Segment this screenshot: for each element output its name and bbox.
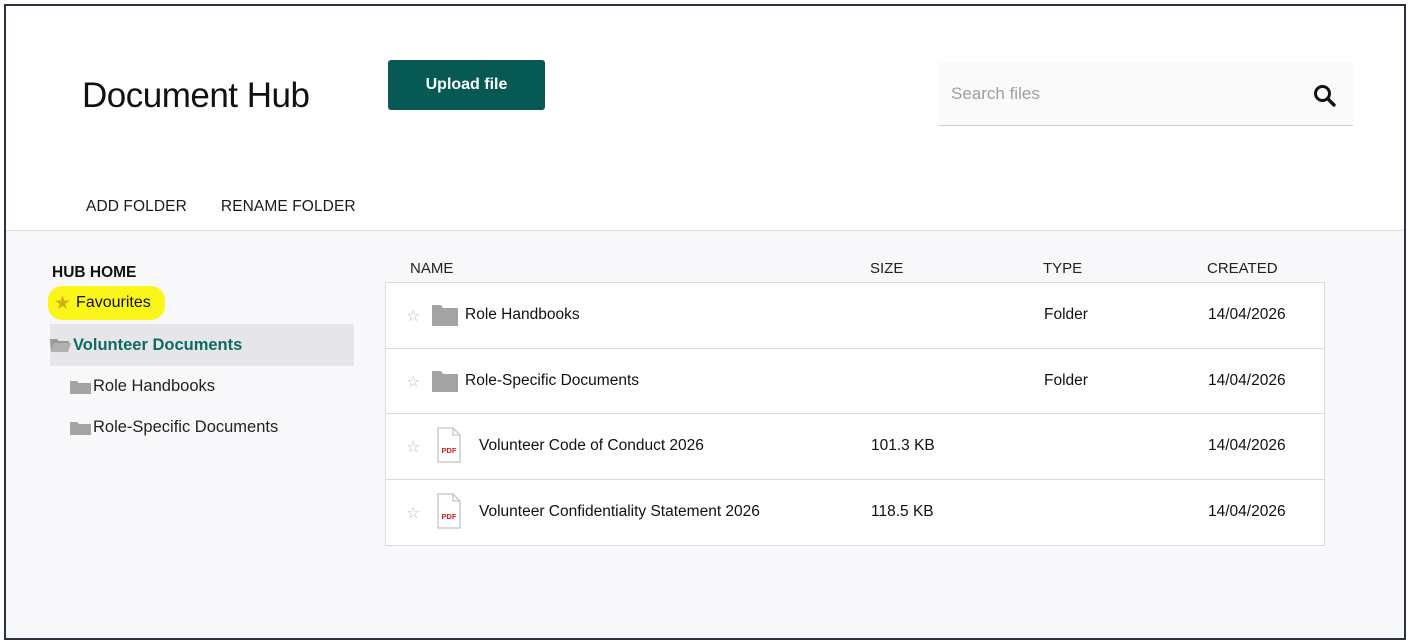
sidebar-item-label: Role Handbooks xyxy=(93,377,215,395)
search-icon[interactable] xyxy=(1313,84,1337,108)
column-header-size[interactable]: SIZE xyxy=(870,260,903,277)
file-size: 101.3 KB xyxy=(871,437,935,454)
search-bar xyxy=(939,62,1353,126)
star-outline-icon[interactable]: ☆ xyxy=(406,437,420,457)
upload-file-button[interactable]: Upload file xyxy=(388,60,545,110)
app-window: Document Hub Upload file ADD FOLDER RENA… xyxy=(4,4,1406,640)
table-row[interactable]: ☆ Role Handbooks Folder 14/04/2026 xyxy=(386,283,1324,349)
file-name: Volunteer Confidentiality Statement 2026 xyxy=(479,502,760,520)
svg-text:PDF: PDF xyxy=(442,512,457,521)
folder-toolbar: ADD FOLDER RENAME FOLDER xyxy=(86,198,356,216)
folder-icon xyxy=(70,380,91,394)
table-row[interactable]: ☆ PDF Volunteer Code of Conduct 2026 101… xyxy=(386,414,1324,480)
file-created: 14/04/2026 xyxy=(1208,437,1286,454)
svg-text:PDF: PDF xyxy=(442,446,457,455)
search-input[interactable] xyxy=(951,80,1281,108)
folder-icon xyxy=(70,421,91,435)
sidebar: HUB HOME ★ Favourites Volunteer Document… xyxy=(48,264,354,448)
column-header-created[interactable]: CREATED xyxy=(1207,260,1278,277)
file-type: Folder xyxy=(1044,371,1088,389)
folder-icon xyxy=(432,305,458,326)
add-folder-button[interactable]: ADD FOLDER xyxy=(86,198,187,216)
pdf-icon: PDF xyxy=(437,427,461,463)
file-name: Role Handbooks xyxy=(465,306,580,323)
folder-icon xyxy=(432,370,458,392)
file-type: Folder xyxy=(1044,306,1088,323)
rename-folder-button[interactable]: RENAME FOLDER xyxy=(221,198,356,216)
page-title: Document Hub xyxy=(82,76,310,115)
column-header-type[interactable]: TYPE xyxy=(1043,260,1082,277)
table-row[interactable]: ☆ PDF Volunteer Confidentiality Statemen… xyxy=(386,480,1324,546)
header: Document Hub Upload file ADD FOLDER RENA… xyxy=(6,6,1404,231)
sidebar-item-role-handbooks[interactable]: Role Handbooks xyxy=(50,366,354,407)
pdf-icon: PDF xyxy=(437,492,461,529)
file-created: 14/04/2026 xyxy=(1208,371,1286,389)
table-row[interactable]: ☆ Role-Specific Documents Folder 14/04/2… xyxy=(386,349,1324,414)
file-size: 118.5 KB xyxy=(871,502,934,520)
file-created: 14/04/2026 xyxy=(1208,502,1286,520)
star-outline-icon[interactable]: ☆ xyxy=(406,503,420,523)
sidebar-item-label: Volunteer Documents xyxy=(73,335,243,354)
sidebar-item-role-specific-documents[interactable]: Role-Specific Documents xyxy=(50,407,354,448)
star-outline-icon[interactable]: ☆ xyxy=(406,372,420,392)
star-icon: ★ xyxy=(54,292,72,314)
sidebar-item-label: Favourites xyxy=(76,294,151,311)
column-header-name[interactable]: NAME xyxy=(410,260,453,277)
sidebar-item-volunteer-documents[interactable]: Volunteer Documents xyxy=(50,324,354,366)
hub-home-link[interactable]: HUB HOME xyxy=(52,264,354,282)
folder-open-icon xyxy=(50,339,71,352)
file-name: Volunteer Code of Conduct 2026 xyxy=(479,437,704,454)
star-outline-icon[interactable]: ☆ xyxy=(406,306,420,326)
file-name: Role-Specific Documents xyxy=(465,371,640,389)
file-table: ☆ Role Handbooks Folder 14/04/2026 ☆ Rol… xyxy=(385,282,1325,546)
file-created: 14/04/2026 xyxy=(1208,306,1286,323)
sidebar-item-favourites[interactable]: ★ Favourites xyxy=(48,286,165,320)
sidebar-item-label: Role-Specific Documents xyxy=(93,418,279,436)
